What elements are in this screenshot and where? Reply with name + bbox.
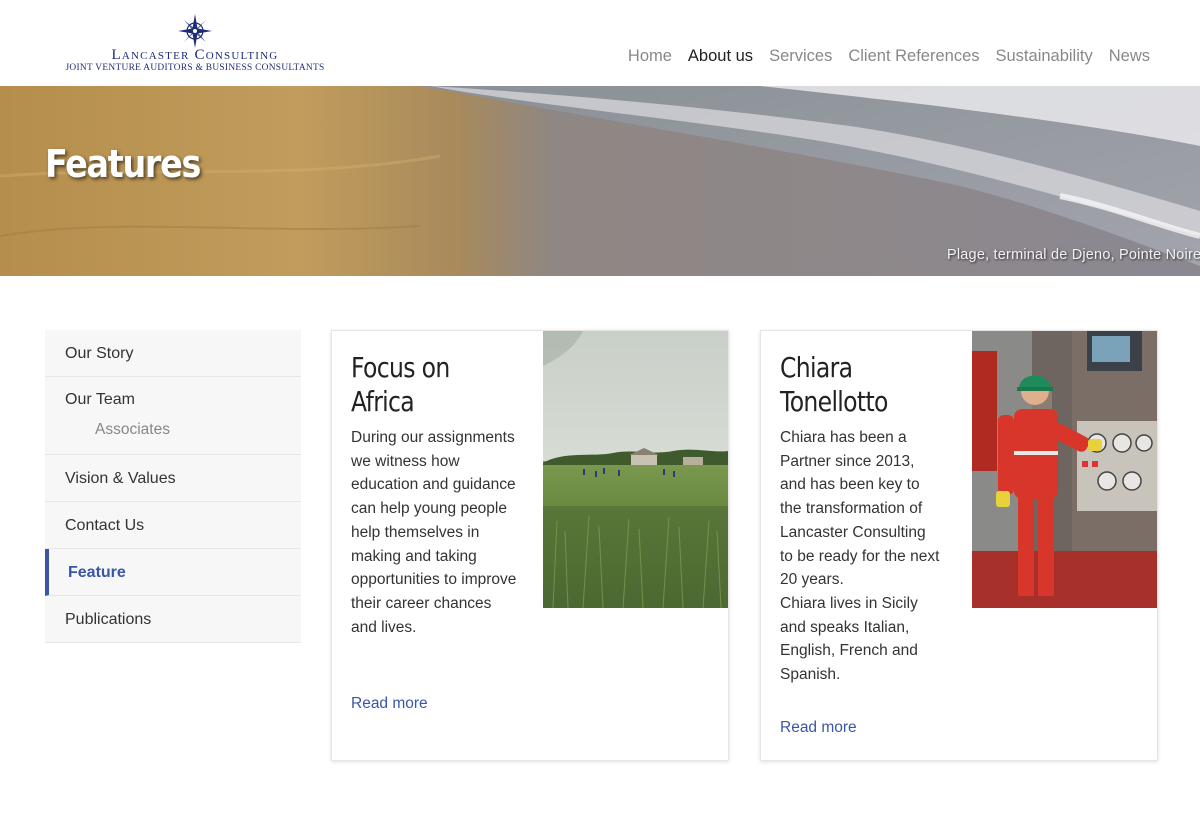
card-title: Chiara Tonellotto xyxy=(780,351,888,418)
nav-sustainability[interactable]: Sustainability xyxy=(996,47,1093,66)
sidebar-item-contact-us[interactable]: Contact Us xyxy=(45,502,301,549)
sidebar-item-our-team[interactable]: Our Team Associates xyxy=(45,377,301,455)
card-body-paragraph: Chiara lives in Sicily and speaks Italia… xyxy=(780,594,918,684)
sidebar-item-associates[interactable]: Associates xyxy=(95,421,301,439)
page-title: Features xyxy=(45,142,201,186)
nav-home[interactable]: Home xyxy=(628,47,672,66)
hero-caption: Plage, terminal de Djeno, Pointe Noire xyxy=(947,247,1200,263)
sidebar-item-vision-values[interactable]: Vision & Values xyxy=(45,455,301,502)
main-nav: Home About us Services Client References… xyxy=(628,47,1150,66)
compass-star-icon xyxy=(178,14,212,48)
nav-client-references[interactable]: Client References xyxy=(848,47,979,66)
sidebar-menu: Our Story Our Team Associates Vision & V… xyxy=(45,330,301,643)
sidebar-item-label: Our Team xyxy=(65,391,135,408)
card-title: Focus on Africa xyxy=(351,351,450,418)
card-body-paragraph: Chiara has been a Partner since 2013, an… xyxy=(780,429,940,589)
nav-news[interactable]: News xyxy=(1109,47,1150,66)
read-more-link[interactable]: Read more xyxy=(351,695,428,713)
card-body: Chiara has been a Partner since 2013, an… xyxy=(780,426,940,687)
site-header: Lancaster Consulting Joint Venture Audit… xyxy=(0,0,1200,86)
brand-tagline: Joint Venture Auditors & Business Consul… xyxy=(65,63,325,73)
site-logo[interactable]: Lancaster Consulting Joint Venture Audit… xyxy=(45,14,345,76)
brand-name: Lancaster Consulting xyxy=(111,47,279,63)
sidebar-item-our-story[interactable]: Our Story xyxy=(45,330,301,377)
sidebar-item-publications[interactable]: Publications xyxy=(45,596,301,643)
read-more-link[interactable]: Read more xyxy=(780,719,857,737)
nav-services[interactable]: Services xyxy=(769,47,832,66)
hero-banner: Features Plage, terminal de Djeno, Point… xyxy=(0,86,1200,276)
card-body: During our assignments we witness how ed… xyxy=(351,429,517,636)
feature-card-chiara: Chiara Tonellotto Chiara has been a Part… xyxy=(760,330,1158,761)
sidebar-item-feature[interactable]: Feature xyxy=(45,549,301,596)
nav-about-us[interactable]: About us xyxy=(688,47,753,66)
africa-field-image xyxy=(543,331,728,608)
feature-card-africa: Focus on Africa During our assignments w… xyxy=(331,330,729,761)
chiara-portrait-image xyxy=(972,331,1157,608)
